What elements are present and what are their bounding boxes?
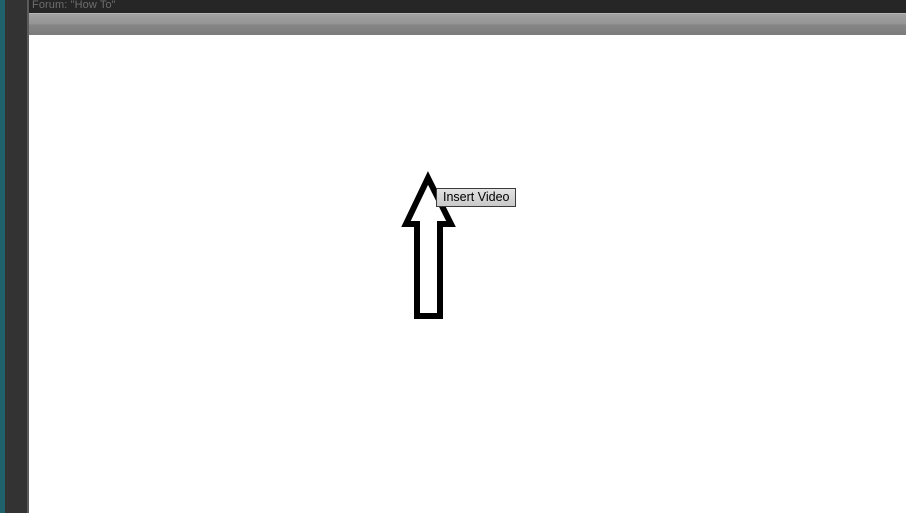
panel-header	[28, 13, 906, 35]
top-strip	[0, 0, 906, 13]
breadcrumb: Forum: "How To"	[32, 0, 116, 11]
left-rail-accent-strip	[0, 0, 5, 513]
left-rail-edge	[27, 0, 29, 513]
page-root: Forum: "How To" Your Message Title: A A	[0, 0, 906, 513]
content-area	[28, 35, 906, 513]
insert-video-tooltip: Insert Video	[436, 188, 517, 207]
